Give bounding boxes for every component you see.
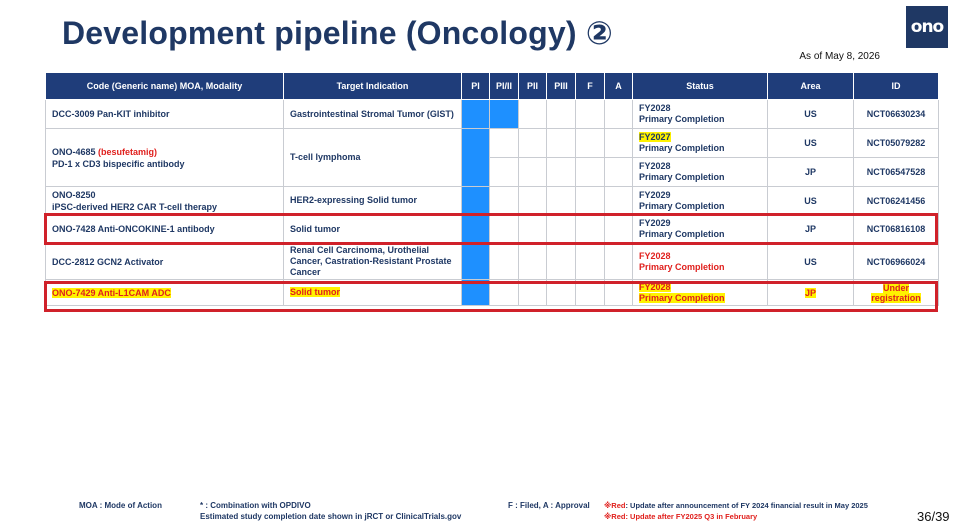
footer-combination: * : Combination with OPDIVO Estimated st… — [200, 501, 462, 521]
status-text: Primary Completion — [639, 114, 725, 124]
status-fy: FY2027 — [639, 132, 671, 142]
code-cell: DCC-2812 GCN2 Activator — [45, 243, 284, 280]
column-header-status: Status — [632, 72, 768, 100]
target-cell: HER2-expressing Solid tumor — [283, 186, 462, 215]
generic-name: (besufetamig) — [98, 146, 158, 157]
area-cell: US — [767, 243, 854, 280]
code-text: DCC-3009 Pan-KIT inhibitor — [52, 109, 170, 119]
phase-bar-cell — [461, 243, 490, 280]
highlight-box-ono-7429 — [44, 281, 938, 312]
status-cell: FY2028 Primary Completion — [632, 157, 768, 187]
table-row: ONO-8250 iPSC-derived HER2 CAR T-cell the… — [45, 186, 939, 215]
status-cell: FY2028 Primary Completion — [632, 99, 768, 129]
page-title: Development pipeline (Oncology) ② — [62, 15, 614, 51]
table-row: ONO-4685 (besufetamig) PD-1 x CD3 bispec… — [45, 128, 939, 187]
id-cell: NCT05079282 — [853, 128, 939, 158]
code-cell: DCC-3009 Pan-KIT inhibitor — [45, 99, 284, 129]
status-cell: FY2027 Primary Completion — [632, 128, 768, 158]
phase-bar-cell — [489, 99, 519, 129]
footer-moa: MOA : Mode of Action — [79, 501, 162, 510]
table-row: DCC-3009 Pan-KIT inhibitor Gastrointesti… — [45, 99, 939, 129]
pipeline-table: Code (Generic name) MOA, Modality Target… — [45, 72, 939, 306]
footer-update-notes: ※Red: Update after announcement of FY 20… — [604, 501, 868, 521]
column-header-code: Code (Generic name) MOA, Modality — [45, 72, 284, 100]
column-header-area: Area — [767, 72, 854, 100]
phase-bar-cell — [461, 128, 490, 187]
code-cell: ONO-8250 iPSC-derived HER2 CAR T-cell the… — [45, 186, 284, 215]
column-header-p2: PII — [518, 72, 547, 100]
column-header-approval: A — [604, 72, 633, 100]
column-header-p1: PI — [461, 72, 490, 100]
target-text: T-cell lymphoma — [290, 152, 361, 162]
column-header-p1-2: PI/II — [489, 72, 519, 100]
status-fy: FY2029 — [639, 189, 671, 200]
area-cell: US — [767, 186, 854, 215]
target-cell: T-cell lymphoma — [283, 128, 462, 187]
target-text: Gastrointestinal Stromal Tumor (GIST) — [290, 108, 454, 119]
status-text: Primary Completion — [639, 261, 725, 272]
highlight-box-ono-7428 — [44, 213, 938, 245]
footer-filed-approval: F : Filed, A : Approval — [508, 501, 590, 510]
area-cell: US — [767, 128, 854, 158]
page-number: 36/39 — [917, 509, 950, 524]
column-header-id: ID — [853, 72, 939, 100]
column-header-target: Target Indication — [283, 72, 462, 100]
as-of-date: As of May 8, 2026 — [799, 51, 880, 62]
column-header-p3: PIII — [546, 72, 576, 100]
target-text: HER2-expressing Solid tumor — [290, 195, 418, 205]
phase-bar-cell — [461, 186, 490, 215]
target-cell: Gastrointestinal Stromal Tumor (GIST) — [283, 99, 462, 129]
area-cell: JP — [767, 157, 854, 187]
status-text: Primary Completion — [639, 143, 725, 153]
status-text: Primary Completion — [639, 172, 725, 182]
table-header-row: Code (Generic name) MOA, Modality Target… — [45, 72, 939, 100]
ono-logo: ono — [906, 6, 948, 48]
code-modality: iPSC-derived HER2 CAR T-cell therapy — [52, 201, 218, 212]
id-cell: NCT06966024 — [853, 243, 939, 280]
code-text: ONO-4685 — [52, 146, 96, 157]
status-fy: FY2028 — [639, 161, 671, 171]
status-cell: FY2028 Primary Completion — [632, 243, 768, 280]
status-fy: FY2028 — [639, 250, 671, 261]
area-cell: US — [767, 99, 854, 129]
target-cell: Renal Cell Carcinoma, Urothelial Cancer,… — [283, 243, 462, 280]
status-text: Primary Completion — [639, 200, 725, 211]
code-text: DCC-2812 GCN2 Activator — [52, 256, 164, 267]
table-row: DCC-2812 GCN2 Activator Renal Cell Carci… — [45, 243, 939, 280]
phase-bar-cell — [461, 99, 490, 129]
status-fy: FY2028 — [639, 103, 671, 113]
id-cell: NCT06547528 — [853, 157, 939, 187]
id-cell: NCT06241456 — [853, 186, 939, 215]
code-text: ONO-8250 — [52, 189, 96, 200]
column-header-filed: F — [575, 72, 605, 100]
code-modality: PD-1 x CD3 bispecific antibody — [52, 158, 185, 169]
id-cell: NCT06630234 — [853, 99, 939, 129]
target-text: Renal Cell Carcinoma, Urothelial Cancer,… — [290, 245, 452, 277]
code-cell: ONO-4685 (besufetamig) PD-1 x CD3 bispec… — [45, 128, 284, 187]
status-cell: FY2029 Primary Completion — [632, 186, 768, 215]
